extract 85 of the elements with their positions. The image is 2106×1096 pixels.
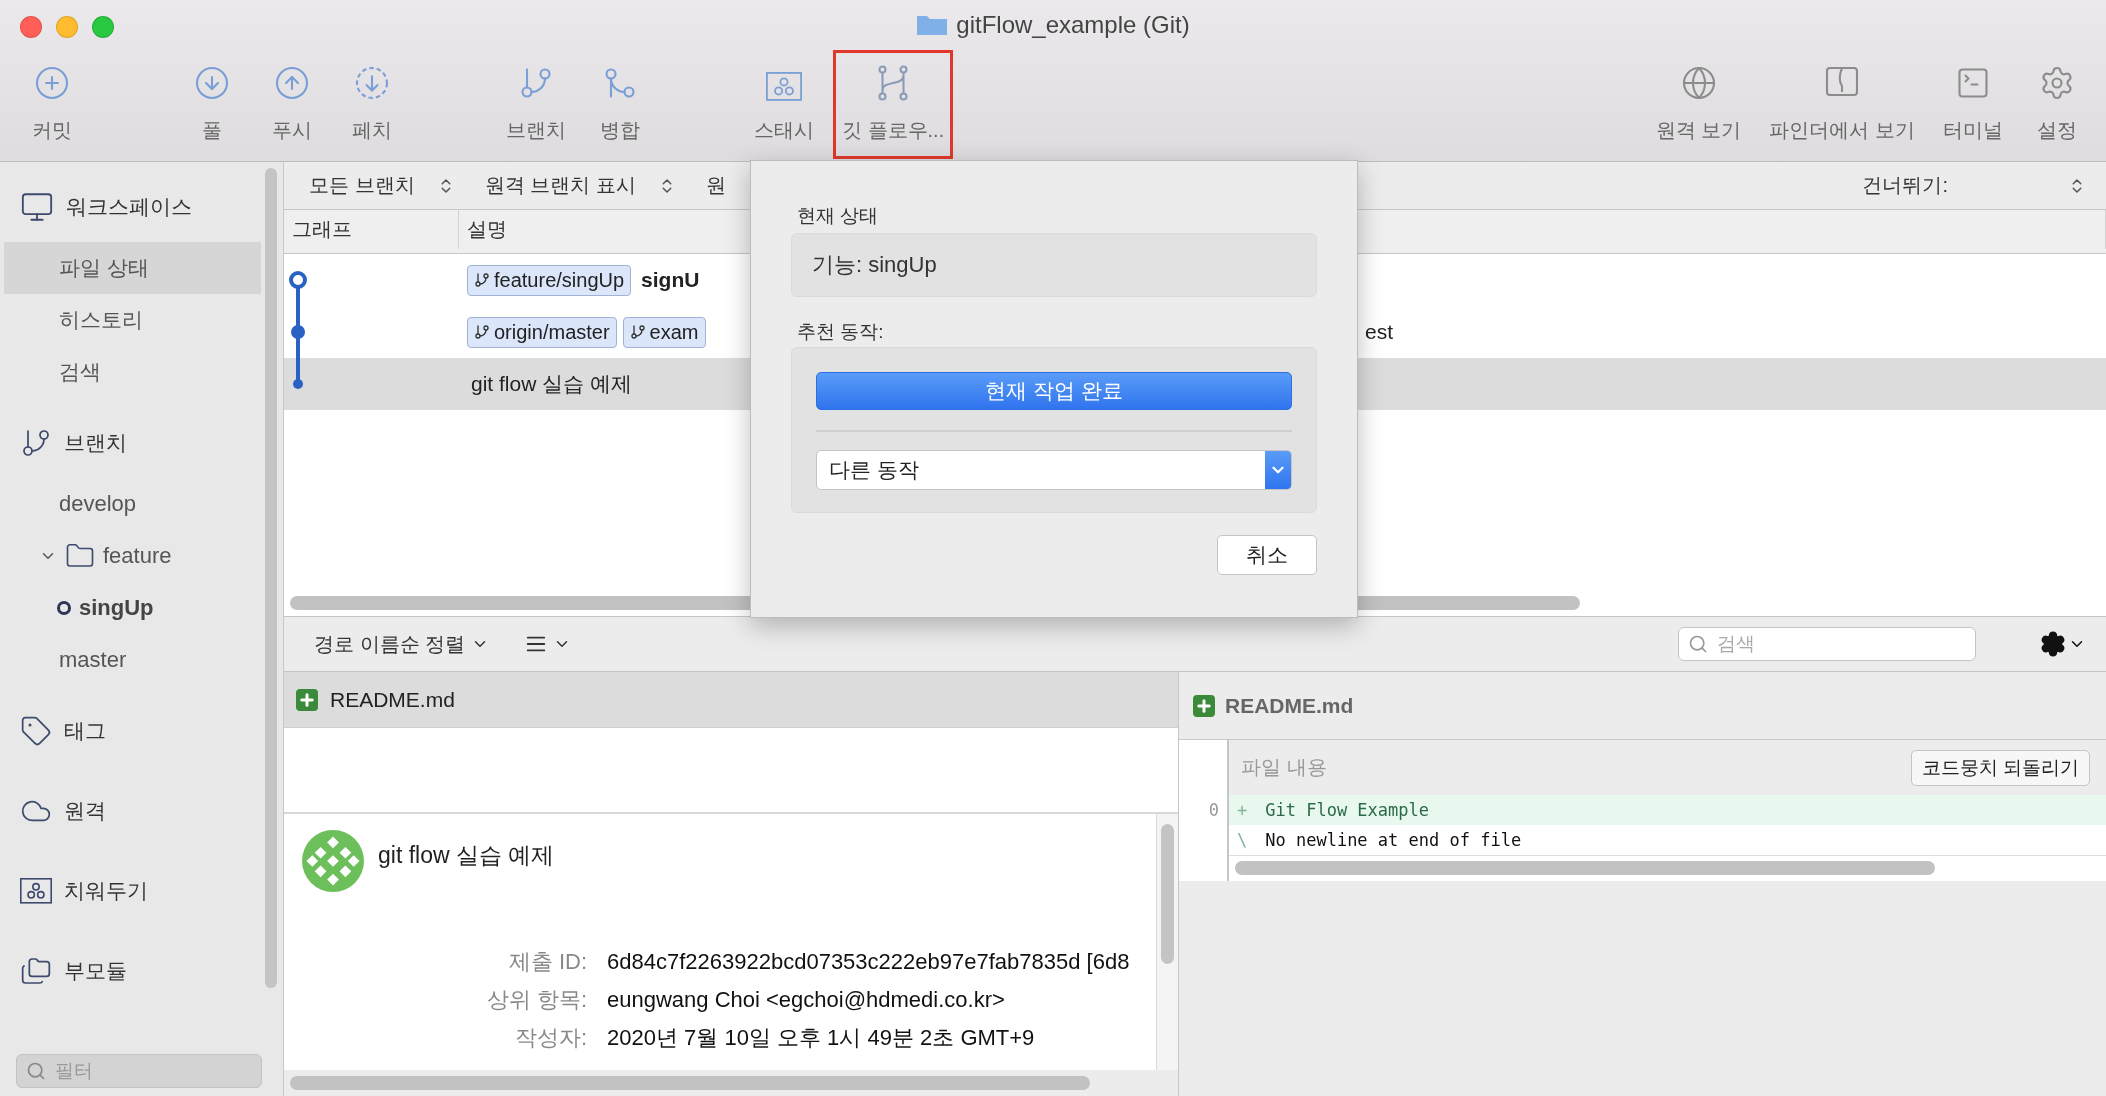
caret-icon bbox=[1265, 451, 1291, 489]
close-button[interactable] bbox=[20, 16, 42, 38]
toolbar-button[interactable]: 깃 플로우... bbox=[833, 50, 954, 159]
sidebar-folder[interactable]: feature bbox=[103, 543, 172, 569]
branch-icon bbox=[20, 427, 52, 459]
plus-circle-icon bbox=[34, 65, 70, 101]
toolbar-button[interactable]: 파인더에서 보기 bbox=[1760, 50, 1924, 159]
toolbar-button[interactable]: 브랜치 bbox=[497, 50, 575, 159]
branch-tag: feature/singUp bbox=[467, 264, 632, 296]
branch-icon bbox=[629, 324, 646, 340]
cancel-button[interactable]: 취소 bbox=[1217, 535, 1317, 575]
sidebar-heading[interactable]: 태그 bbox=[64, 717, 106, 745]
toolbar-button[interactable]: 커밋 bbox=[17, 50, 87, 159]
field-label: 작성자: bbox=[513, 1024, 587, 1052]
sort-dropdown[interactable]: 경로 이름순 정렬 bbox=[314, 630, 490, 658]
sidebar-branch[interactable]: master bbox=[59, 647, 127, 673]
commit-message: signU bbox=[640, 268, 700, 292]
skip-label: 건너뛰기: bbox=[1862, 173, 1948, 198]
sidebar-item[interactable]: 히스토리 bbox=[4, 294, 261, 346]
commit-title: git flow 실습 예제 bbox=[378, 841, 555, 870]
folder-icon bbox=[916, 14, 949, 36]
toolbar-button[interactable]: 설정 bbox=[2022, 50, 2092, 159]
branch-icon bbox=[474, 272, 490, 288]
search-field[interactable]: 검색 bbox=[1678, 627, 1976, 661]
field-value: 6d84c7f2263922bcd07353c222eb97e7fab7835d [6d8 bbox=[607, 948, 1131, 976]
circles-box-icon bbox=[20, 878, 52, 904]
field-value: eungwang Choi <egchoi@hdmedi.co.kr> bbox=[607, 986, 1006, 1014]
section-label: 추천 동작: bbox=[796, 321, 885, 343]
globe-icon bbox=[1680, 65, 1717, 101]
toolbar-button[interactable]: 병합 bbox=[585, 50, 655, 159]
monitor-icon bbox=[20, 190, 54, 224]
commit-row[interactable]: origin/master exam bbox=[284, 306, 749, 358]
avatar-icon bbox=[302, 830, 364, 892]
commit-row[interactable]: git flow 실습 예제 bbox=[284, 358, 749, 410]
toolbar-button[interactable]: 스태시 bbox=[745, 50, 823, 159]
circles-box-icon bbox=[766, 72, 802, 101]
gear-icon bbox=[2040, 631, 2066, 657]
section-label: 현재 상태 bbox=[796, 205, 880, 227]
column-header[interactable]: 그래프 bbox=[284, 210, 459, 249]
sidebar-heading[interactable]: 워크스페이스 bbox=[66, 193, 192, 221]
sidebar-heading[interactable]: 브랜치 bbox=[64, 429, 127, 457]
sidebar-branch[interactable]: develop bbox=[59, 491, 137, 517]
revert-button[interactable]: 코드뭉치 되돌리기 bbox=[1910, 749, 2090, 786]
filter-popup[interactable]: 모든 브랜치 bbox=[309, 172, 455, 199]
settings-icon bbox=[2039, 65, 2075, 101]
filter-popup[interactable]: 원격 브랜치 표시 bbox=[484, 172, 676, 199]
commit-row-end[interactable]: est bbox=[1361, 306, 2106, 358]
status-field: 기능: singUp bbox=[791, 233, 1317, 297]
arrow-up-circle-icon bbox=[274, 65, 310, 101]
sidebar-branch[interactable]: singUp bbox=[79, 595, 154, 621]
toolbar-button[interactable]: 원격 보기 bbox=[1646, 50, 1751, 159]
file-name: README.md bbox=[330, 687, 455, 712]
commit-message: git flow 실습 예제 bbox=[470, 371, 633, 397]
field-value: 2020년 7월 10일 오후 1시 49분 2초 GMT+9 bbox=[607, 1024, 1036, 1052]
toolbar-button[interactable]: 푸시 bbox=[257, 50, 327, 159]
search-icon bbox=[26, 1061, 46, 1081]
toolbar-button[interactable]: 풀 bbox=[177, 50, 247, 159]
terminal-icon bbox=[1955, 65, 1991, 101]
sidebar-heading[interactable]: 원격 bbox=[64, 797, 106, 825]
branch-tag: origin/master bbox=[467, 316, 617, 348]
file-row[interactable]: README.md bbox=[284, 672, 1178, 728]
action-dropdown[interactable]: 다른 동작 bbox=[816, 450, 1292, 490]
sidebar-heading[interactable]: 부모듈 bbox=[64, 957, 127, 985]
file-name: README.md bbox=[1225, 693, 1354, 718]
hunk-title: 파일 내용 bbox=[1241, 755, 1327, 780]
branch-icon bbox=[474, 324, 490, 340]
field-label: 상위 항목: bbox=[485, 986, 587, 1014]
search-icon bbox=[1688, 634, 1708, 654]
tag-icon bbox=[20, 715, 52, 747]
commit-row[interactable]: feature/singUp signU bbox=[284, 254, 749, 306]
line-number: 0 bbox=[1207, 799, 1220, 822]
folders-icon bbox=[20, 955, 52, 987]
filter-field[interactable]: 필터 bbox=[16, 1054, 262, 1088]
arrow-down-circle-icon bbox=[194, 65, 230, 101]
current-branch-icon bbox=[57, 601, 71, 615]
filter-popup[interactable]: 원 bbox=[705, 172, 726, 199]
commit-message: est bbox=[1364, 320, 1393, 344]
field-label: 제출 ID: bbox=[507, 948, 587, 976]
toolbar-button[interactable]: 터미널 bbox=[1934, 50, 2012, 159]
branch-tag: exam bbox=[622, 316, 706, 348]
sidebar-heading[interactable]: 치워두기 bbox=[64, 877, 148, 905]
window-title: gitFlow_example (Git) bbox=[956, 11, 1190, 39]
sidebar-item[interactable]: 검색 bbox=[4, 346, 261, 398]
sidebar-item[interactable]: 파일 상태 bbox=[4, 242, 261, 294]
toolbar-button[interactable]: 페치 bbox=[337, 50, 407, 159]
